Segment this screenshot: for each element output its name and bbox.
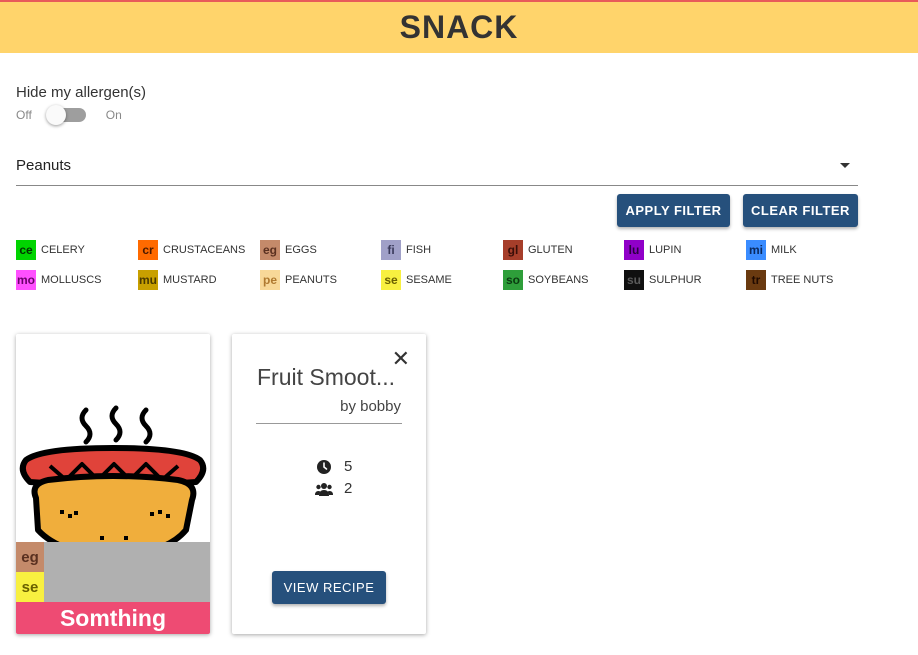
toggle-off-label: Off xyxy=(16,108,32,122)
legend-item-molluscs: mo MOLLUSCS xyxy=(16,270,102,290)
toggle-on-label: On xyxy=(105,108,122,122)
snack-allergen-badge: eg xyxy=(16,542,44,572)
allergen-badge: tr xyxy=(746,270,766,290)
allergen-badge: pe xyxy=(260,270,280,290)
snack-allergen-badge: se xyxy=(16,572,44,602)
recipe-title: Fruit Smoot... xyxy=(257,364,396,390)
allergen-label: MOLLUSCS xyxy=(41,274,102,286)
allergen-badge: cr xyxy=(138,240,158,260)
allergen-label: MILK xyxy=(771,244,797,256)
divider xyxy=(256,423,402,424)
apply-filter-button[interactable]: APPLY FILTER xyxy=(617,194,730,227)
allergen-badge: eg xyxy=(260,240,280,260)
allergen-label: SOYBEANS xyxy=(528,274,589,286)
snack-card[interactable]: eg se Somthing xyxy=(16,334,210,634)
legend-item-eggs: eg EGGS xyxy=(260,240,317,260)
allergen-label: LUPIN xyxy=(649,244,682,256)
allergen-select[interactable]: Peanuts xyxy=(16,146,858,186)
allergen-badge: so xyxy=(503,270,523,290)
legend-item-lupin: lu LUPIN xyxy=(624,240,681,260)
legend-item-sulphur: su SULPHUR xyxy=(624,270,702,290)
allergen-label: CRUSTACEANS xyxy=(163,244,246,256)
recipe-time-value: 5 xyxy=(344,458,353,475)
snack-card-title: Somthing xyxy=(16,602,210,634)
recipe-time: 5 xyxy=(314,458,352,475)
clock-icon xyxy=(314,459,334,474)
recipe-author: by bobby xyxy=(340,398,401,415)
legend-item-mustard: mu MUSTARD xyxy=(138,270,217,290)
allergen-label: FISH xyxy=(406,244,432,256)
legend-item-sesame: se SESAME xyxy=(381,270,452,290)
hide-allergens-label: Hide my allergen(s) xyxy=(16,84,147,101)
allergen-select-value: Peanuts xyxy=(16,157,72,174)
toggle-thumb[interactable] xyxy=(45,105,66,125)
allergen-badge: se xyxy=(381,270,401,290)
allergen-badge: gl xyxy=(503,240,523,260)
page-title: SNACK xyxy=(399,9,519,45)
legend-item-fish: fi FISH xyxy=(381,240,431,260)
allergen-badge: su xyxy=(624,270,644,290)
view-recipe-button[interactable]: VIEW RECIPE xyxy=(272,571,386,604)
allergen-label: PEANUTS xyxy=(285,274,337,286)
legend-item-celery: ce CELERY xyxy=(16,240,85,260)
allergen-label: TREE NUTS xyxy=(771,274,834,286)
recipe-card[interactable]: ✕ Fruit Smoot... by bobby 5 2 VIEW RECIP… xyxy=(232,334,426,634)
allergen-badge: mo xyxy=(16,270,36,290)
allergen-badge: mi xyxy=(746,240,766,260)
allergen-label: CELERY xyxy=(41,244,85,256)
caret-down-icon[interactable] xyxy=(840,163,850,168)
allergen-badge: ce xyxy=(16,240,36,260)
legend-item-peanuts: pe PEANUTS xyxy=(260,270,337,290)
legend-item-tree-nuts: tr TREE NUTS xyxy=(746,270,833,290)
allergen-label: EGGS xyxy=(285,244,317,256)
allergen-toggle-row: Off On xyxy=(16,105,122,125)
allergen-label: MUSTARD xyxy=(163,274,217,286)
allergen-badge: fi xyxy=(381,240,401,260)
app-header: SNACK xyxy=(0,0,918,53)
legend-item-crustaceans: cr CRUSTACEANS xyxy=(138,240,245,260)
recipe-servings-value: 2 xyxy=(344,480,353,497)
allergen-label: GLUTEN xyxy=(528,244,573,256)
allergen-label: SULPHUR xyxy=(649,274,702,286)
legend-item-soybeans: so SOYBEANS xyxy=(503,270,589,290)
allergen-badge: lu xyxy=(624,240,644,260)
hide-allergens-toggle[interactable] xyxy=(45,105,86,125)
legend-item-milk: mi MILK xyxy=(746,240,797,260)
legend-item-gluten: gl GLUTEN xyxy=(503,240,573,260)
recipe-servings: 2 xyxy=(314,480,352,497)
clear-filter-button[interactable]: CLEAR FILTER xyxy=(743,194,858,227)
users-icon xyxy=(314,482,334,496)
allergen-label: SESAME xyxy=(406,274,452,286)
card-image-overlay xyxy=(16,542,210,602)
allergen-badge: mu xyxy=(138,270,158,290)
